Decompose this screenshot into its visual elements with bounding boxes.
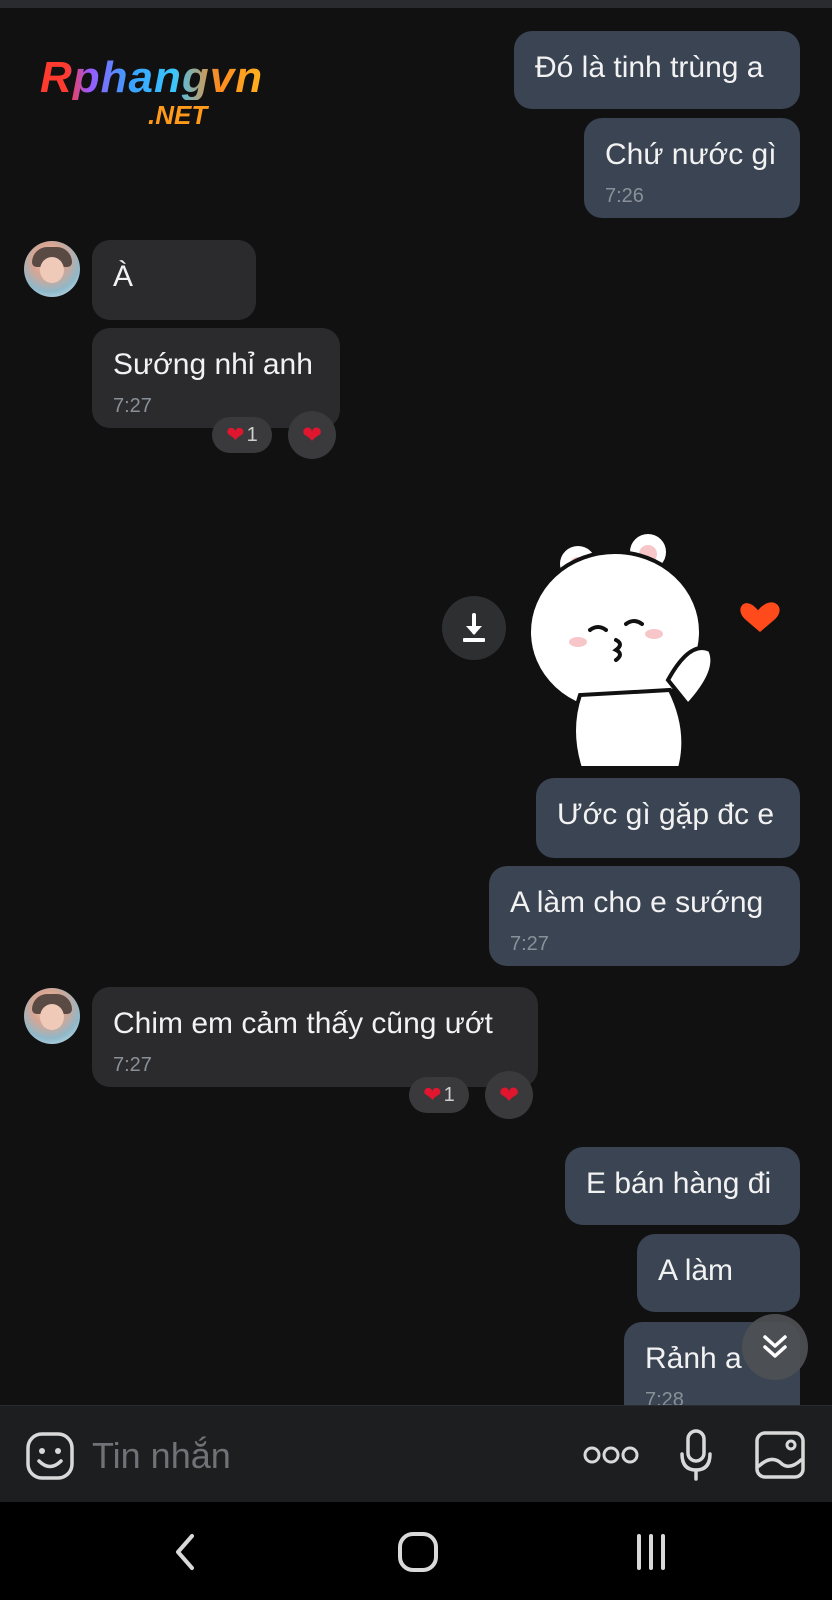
message-text: E bán hàng đi: [586, 1167, 772, 1200]
message-reactions: ❤ 1 ❤: [409, 1071, 533, 1119]
status-bar-strip: [0, 0, 832, 8]
message-text: À: [113, 260, 134, 293]
scroll-to-bottom-button[interactable]: [742, 1314, 808, 1380]
message-bubble-incoming[interactable]: À: [92, 240, 256, 320]
contact-avatar[interactable]: [24, 241, 80, 297]
heart-icon: ❤: [498, 1081, 520, 1109]
bear-sticker[interactable]: [520, 530, 820, 770]
message-text: A làm: [658, 1254, 734, 1287]
message-text: Rảnh a: [645, 1342, 742, 1375]
message-bubble-outgoing[interactable]: Ước gì gặp đc e: [536, 778, 800, 858]
message-text: Sướng nhỉ anh: [113, 348, 313, 381]
microphone-icon[interactable]: [678, 1428, 714, 1482]
message-time: 7:26: [605, 185, 644, 207]
reaction-count: 1: [246, 423, 258, 446]
download-icon: [463, 613, 485, 642]
download-button[interactable]: [442, 596, 506, 660]
more-options-icon[interactable]: [582, 1442, 640, 1468]
back-icon[interactable]: [170, 1532, 200, 1572]
watermark-sub: .NET: [148, 100, 208, 130]
recents-icon[interactable]: [634, 1532, 668, 1572]
home-icon[interactable]: [396, 1530, 440, 1574]
message-text: Đó là tinh trùng a: [535, 51, 764, 84]
message-time: 7:27: [113, 395, 152, 417]
message-bubble-outgoing[interactable]: Đó là tinh trùng a: [514, 31, 800, 109]
add-reaction-button[interactable]: ❤: [288, 411, 336, 459]
contact-avatar[interactable]: [24, 988, 80, 1044]
add-reaction-button[interactable]: ❤: [485, 1071, 533, 1119]
message-bubble-outgoing[interactable]: E bán hàng đi: [565, 1147, 800, 1225]
reaction-count: 1: [443, 1083, 455, 1106]
reaction-count-badge[interactable]: ❤ 1: [212, 417, 272, 453]
message-reactions: ❤ 1 ❤: [212, 411, 336, 459]
scroll-down-icon: [763, 1335, 787, 1358]
heart-icon: ❤: [226, 422, 245, 447]
message-bubble-outgoing[interactable]: A làm: [637, 1234, 800, 1312]
heart-icon: ❤: [423, 1082, 442, 1107]
message-text: Chứ nước gì: [605, 138, 777, 171]
watermark-main: Rphangvn: [40, 53, 264, 102]
message-text: Chim em cảm thấy cũng ướt: [113, 1007, 493, 1040]
message-time: 7:27: [510, 933, 549, 955]
message-input[interactable]: Tin nhắn: [92, 1435, 231, 1477]
watermark-logo: Rphangvn .NET: [40, 56, 300, 136]
reaction-count-badge[interactable]: ❤ 1: [409, 1077, 469, 1113]
message-text: Ước gì gặp đc e: [557, 798, 775, 831]
message-time: 7:27: [113, 1054, 152, 1076]
emoji-icon[interactable]: [24, 1430, 76, 1482]
message-bubble-outgoing[interactable]: Chứ nước gì 7:26: [584, 118, 800, 218]
message-text: A làm cho e sướng: [510, 886, 764, 919]
message-bubble-outgoing[interactable]: A làm cho e sướng 7:27: [489, 866, 800, 966]
gallery-icon[interactable]: [754, 1430, 806, 1480]
system-navigation-bar: [0, 1502, 832, 1600]
message-composer: Tin nhắn: [0, 1405, 832, 1502]
heart-icon: ❤: [301, 421, 323, 449]
